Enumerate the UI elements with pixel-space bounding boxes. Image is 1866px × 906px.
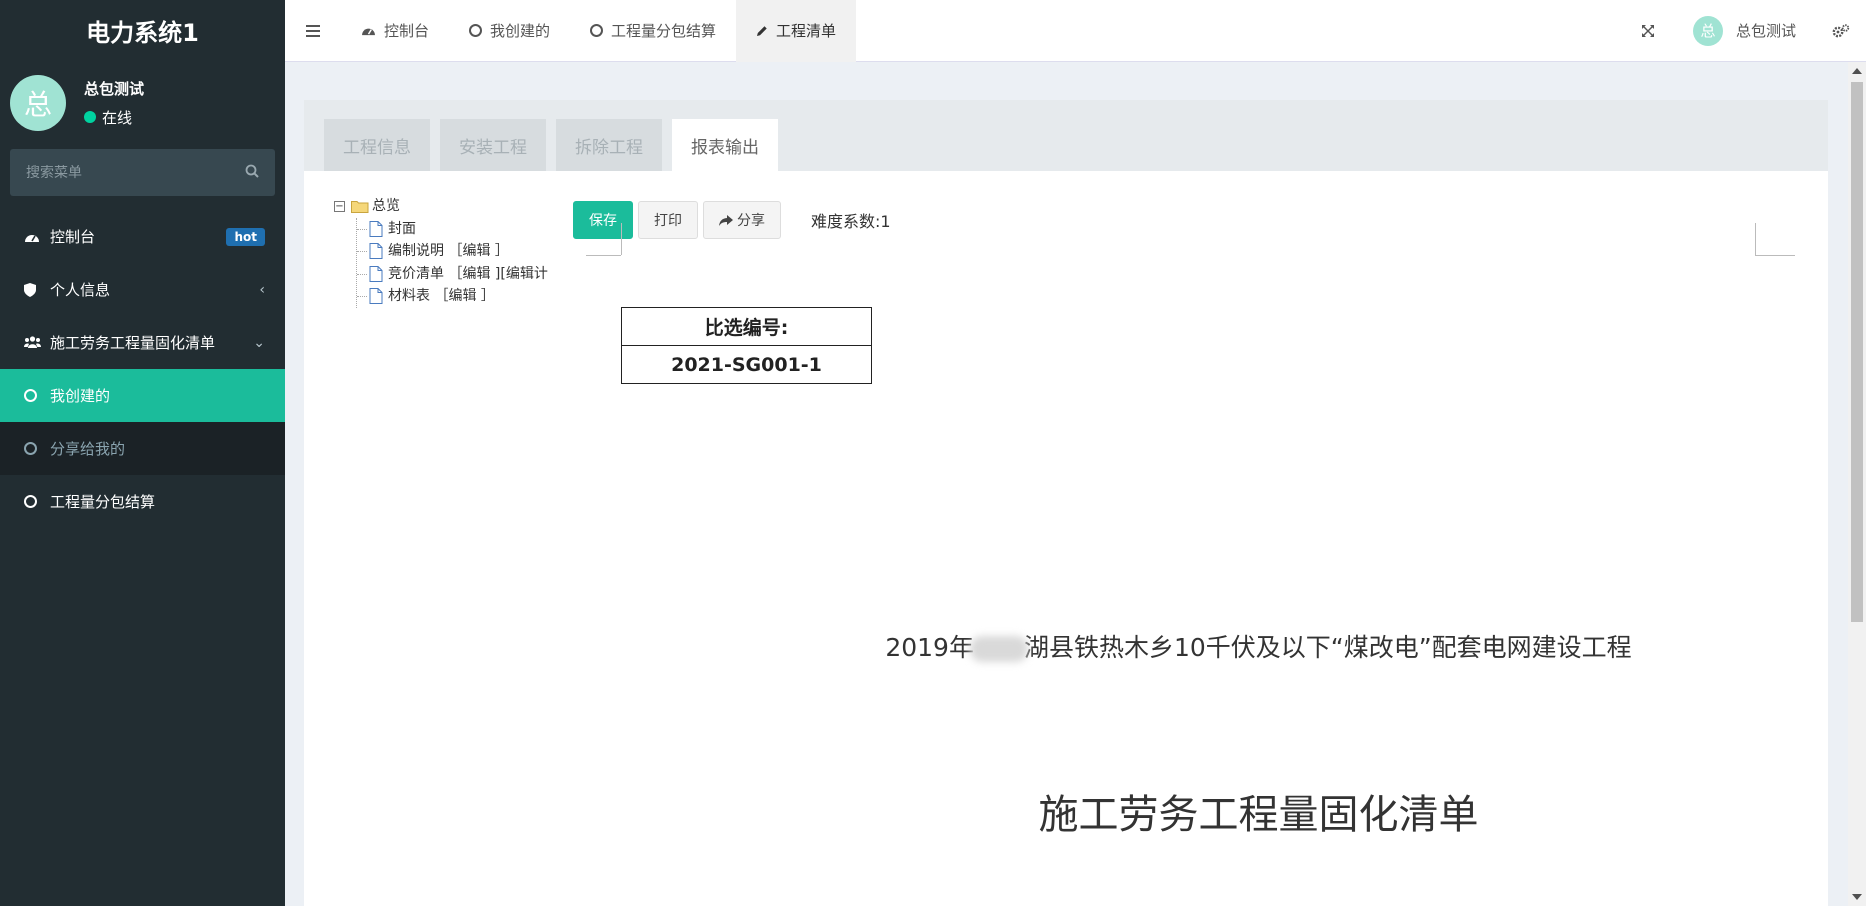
top-navbar: 控制台 我创建的 工程量分包结算 工程清单 总 总包测试: [285, 0, 1866, 62]
hot-badge: hot: [226, 227, 265, 246]
scroll-down-arrow-icon[interactable]: [1852, 894, 1862, 900]
online-dot-icon: [84, 111, 96, 123]
chevron-down-icon: ⌄: [253, 334, 265, 351]
circle-icon: [469, 24, 483, 37]
redacted-text: [969, 636, 1028, 662]
gears-icon[interactable]: [1816, 23, 1866, 38]
sidebar-item-label: 个人信息: [50, 281, 111, 299]
save-button[interactable]: 保存: [573, 201, 633, 239]
tab-demolition[interactable]: 拆除工程: [556, 119, 662, 171]
code-table: 比选编号: 2021-SG001-1: [621, 307, 872, 384]
tab-my-created[interactable]: 我创建的: [449, 0, 570, 62]
tab-label: 工程清单: [776, 22, 837, 40]
sidebar-item-label: 施工劳务工程量固化清单: [50, 334, 216, 352]
app-title[interactable]: 电力系统1: [0, 0, 285, 60]
sidebar: 电力系统1 总 总包测试 在线 控制台 hot 个人信息 ‹ 施工劳务工程量固化…: [0, 0, 285, 906]
menu-toggle-icon[interactable]: [285, 24, 341, 37]
tree-root-label: 总览: [372, 198, 400, 214]
tab-project-info[interactable]: 工程信息: [324, 119, 430, 171]
circle-icon: [24, 495, 42, 508]
circle-icon: [24, 389, 42, 402]
search-icon[interactable]: [245, 164, 259, 182]
sidebar-item-profile[interactable]: 个人信息 ‹: [0, 263, 285, 316]
project-name-prefix: 2019年: [885, 633, 974, 662]
document-icon: [369, 243, 383, 260]
sidebar-item-label: 工程量分包结算: [50, 493, 156, 511]
tree-item-label: 竞价清单 ［编辑 ][编辑计: [388, 265, 548, 282]
share-label: 分享: [737, 213, 765, 229]
dashboard-icon: [24, 231, 42, 243]
scroll-thumb[interactable]: [1851, 82, 1863, 622]
project-name-suffix: 湖县铁热木乡10千伏及以下“煤改电”配套电网建设工程: [1023, 633, 1632, 662]
pencil-icon: [756, 25, 768, 37]
tree-item-label: 编制说明 ［编辑 ］: [388, 243, 509, 259]
share-button[interactable]: 分享: [703, 201, 781, 239]
sidebar-item-my-created[interactable]: 我创建的: [0, 369, 285, 422]
tab-report-output[interactable]: 报表输出: [672, 119, 778, 171]
tree-root[interactable]: − 总览: [334, 195, 567, 218]
document-icon: [369, 288, 383, 305]
user-menu[interactable]: 总 总包测试: [1673, 15, 1816, 46]
sidebar-item-shared-to-me[interactable]: 分享给我的: [0, 422, 285, 475]
difficulty-label: 难度系数:1: [811, 212, 891, 231]
sidebar-item-worklist[interactable]: 施工劳务工程量固化清单 ⌄: [0, 316, 285, 369]
tree-item-label: 封面: [388, 220, 416, 237]
crop-mark: [621, 223, 622, 255]
chevron-left-icon: ‹: [259, 281, 265, 298]
crop-mark: [586, 255, 621, 256]
collapse-icon[interactable]: −: [334, 200, 345, 212]
dashboard-icon: [361, 25, 376, 36]
project-name: 2019年 湖县铁热木乡10千伏及以下“煤改电”配套电网建设工程: [304, 628, 1828, 664]
tree-children: 封面 编制说明 ［编辑 ］ 竞价清单 ［编辑 ][编辑计 材料表 ［编辑 ］: [356, 217, 567, 308]
user-panel: 总 总包测试 在线: [0, 60, 285, 145]
circle-icon: [590, 24, 604, 37]
user-name: 总包测试: [84, 79, 145, 98]
tree-item-bid-list[interactable]: 竞价清单 ［编辑 ][编辑计: [357, 263, 567, 286]
tab-label: 工程量分包结算: [611, 22, 717, 40]
page-scrollbar[interactable]: [1848, 62, 1866, 906]
tab-dashboard[interactable]: 控制台: [341, 0, 449, 62]
tab-project-list[interactable]: 工程清单: [736, 0, 857, 62]
tree-item-cover[interactable]: 封面: [357, 218, 567, 241]
tab-label: 我创建的: [490, 22, 551, 40]
document-icon: [369, 220, 383, 237]
tree-item-materials[interactable]: 材料表 ［编辑 ］: [357, 285, 567, 308]
report-tree: − 总览 封面 编制说明 ［编辑 ］ 竞价清单 ［编辑 ][编辑计 材料表 ［编…: [334, 195, 567, 308]
scroll-up-arrow-icon[interactable]: [1852, 68, 1862, 74]
code-value: 2021-SG001-1: [621, 345, 872, 384]
sidebar-item-label: 控制台: [50, 228, 96, 246]
code-label: 比选编号:: [621, 307, 872, 346]
document-title: 施工劳务工程量固化清单: [1038, 792, 1479, 838]
search-input[interactable]: [26, 164, 226, 181]
folder-icon: [351, 200, 369, 213]
print-button[interactable]: 打印: [638, 201, 698, 239]
content-card: 工程信息 安装工程 拆除工程 报表输出 − 总览 封面 编制说明 ［编辑 ］ 竞…: [304, 100, 1828, 906]
sidebar-item-label: 我创建的: [50, 387, 111, 405]
tree-item-description[interactable]: 编制说明 ［编辑 ］: [357, 240, 567, 263]
sidebar-item-dashboard[interactable]: 控制台 hot: [0, 210, 285, 263]
users-icon: [24, 336, 42, 349]
user-status: 在线: [102, 108, 133, 127]
shield-icon: [24, 282, 42, 297]
crop-mark: [1755, 223, 1756, 255]
user-name: 总包测试: [1735, 22, 1796, 40]
tree-item-label: 材料表 ［编辑 ］: [388, 288, 495, 304]
content-tabs: 工程信息 安装工程 拆除工程 报表输出: [304, 100, 1828, 171]
sidebar-item-settlement[interactable]: 工程量分包结算: [0, 475, 285, 528]
circle-icon: [24, 442, 42, 455]
sidebar-search: [10, 149, 275, 196]
fullscreen-icon[interactable]: [1623, 24, 1673, 38]
avatar: 总: [1692, 15, 1723, 46]
tab-installation[interactable]: 安装工程: [440, 119, 546, 171]
crop-mark: [1755, 255, 1795, 256]
share-icon: [719, 214, 733, 226]
sidebar-item-label: 分享给我的: [50, 440, 126, 458]
tab-settlement[interactable]: 工程量分包结算: [570, 0, 736, 62]
tab-label: 控制台: [384, 22, 430, 40]
document-icon: [369, 265, 383, 282]
avatar: 总: [10, 74, 66, 131]
